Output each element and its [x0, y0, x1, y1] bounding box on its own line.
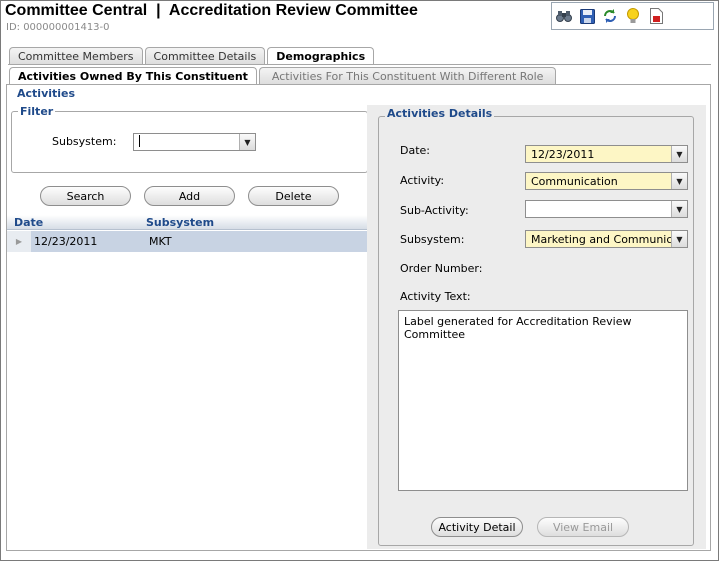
activity-value: Communication: [531, 174, 618, 188]
details-legend: Activities Details: [385, 107, 495, 120]
text-cursor: [139, 135, 140, 147]
filter-subsystem-dropdown[interactable]: ▼: [133, 133, 256, 151]
lightbulb-icon[interactable]: [625, 8, 641, 24]
activity-dropdown[interactable]: Communication ▼: [525, 172, 688, 190]
chevron-down-icon[interactable]: ▼: [671, 201, 687, 217]
subactivity-label: Sub-Activity:: [400, 204, 469, 217]
tab-activities-different-role[interactable]: Activities For This Constituent With Dif…: [258, 67, 557, 85]
order-number-label: Order Number:: [400, 262, 483, 275]
chevron-down-icon[interactable]: ▼: [239, 134, 255, 150]
save-icon[interactable]: [579, 8, 595, 24]
column-date[interactable]: Date: [14, 216, 43, 229]
activity-text-area[interactable]: Label generated for Accreditation Review…: [398, 310, 688, 491]
filter-legend: Filter: [18, 105, 56, 118]
tab-demographics[interactable]: Demographics: [267, 47, 375, 65]
subsystem-label: Subsystem:: [400, 233, 465, 246]
subsystem-value: Marketing and Communications: [531, 232, 671, 246]
refresh-icon[interactable]: [602, 8, 618, 24]
subsystem-dropdown[interactable]: Marketing and Communications ▼: [525, 230, 688, 248]
subactivity-dropdown[interactable]: ▼: [525, 200, 688, 218]
toolbar: [551, 2, 714, 30]
activities-legend: Activities: [15, 87, 78, 100]
primary-tabs: Committee Members Committee Details Demo…: [9, 47, 375, 65]
secondary-tabs: Activities Owned By This Constituent Act…: [9, 67, 557, 85]
tab-activities-owned[interactable]: Activities Owned By This Constituent: [9, 67, 257, 85]
binoculars-icon[interactable]: [556, 8, 572, 24]
table-row[interactable]: ▶ 12/23/2011 MKT: [7, 231, 368, 252]
chevron-down-icon[interactable]: ▼: [671, 173, 687, 189]
date-label: Date:: [400, 144, 430, 157]
tab-committee-details[interactable]: Committee Details: [144, 47, 266, 65]
date-value: 12/23/2011: [531, 147, 595, 161]
date-dropdown[interactable]: 12/23/2011 ▼: [525, 145, 688, 163]
tab-divider: [8, 64, 711, 65]
tab-committee-members[interactable]: Committee Members: [9, 47, 143, 65]
chevron-down-icon[interactable]: ▼: [671, 231, 687, 247]
search-button[interactable]: Search: [40, 186, 131, 206]
chevron-down-icon[interactable]: ▼: [671, 146, 687, 162]
row-subsystem: MKT: [149, 235, 172, 248]
activity-label: Activity:: [400, 174, 445, 187]
page-title: Committee Central | Accreditation Review…: [5, 2, 418, 19]
record-id: ID: 000000001413-0: [6, 22, 110, 33]
report-icon[interactable]: [648, 8, 664, 24]
grid-header: Date Subsystem: [7, 215, 368, 230]
delete-button[interactable]: Delete: [248, 186, 339, 206]
row-selector-icon[interactable]: ▶: [7, 231, 31, 252]
row-date: 12/23/2011: [34, 235, 98, 248]
activity-text-label: Activity Text:: [400, 290, 471, 303]
activity-detail-button[interactable]: Activity Detail: [431, 517, 523, 537]
add-button[interactable]: Add: [144, 186, 235, 206]
view-email-button[interactable]: View Email: [537, 517, 629, 537]
column-subsystem[interactable]: Subsystem: [146, 216, 214, 229]
filter-subsystem-label: Subsystem:: [52, 135, 117, 148]
